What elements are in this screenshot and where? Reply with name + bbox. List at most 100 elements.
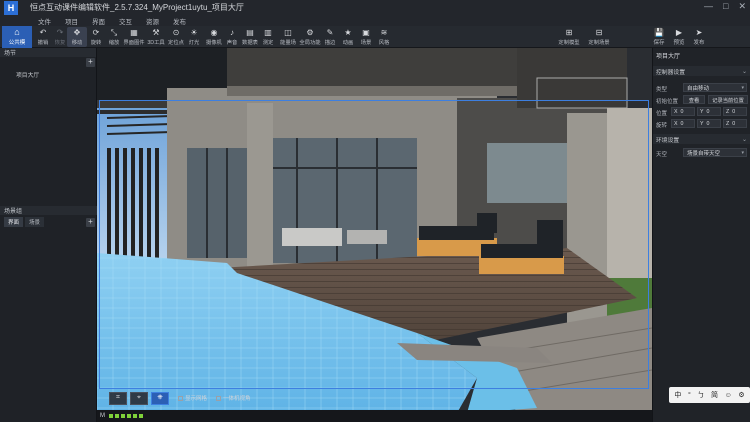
global-function-button[interactable]: ⚙ 全局功能: [299, 27, 320, 47]
menu-resources[interactable]: 资源: [146, 16, 159, 26]
sky-select[interactable]: 场景自带天空 ▾: [683, 148, 747, 157]
3d-viewport[interactable]: ⌗ ⌖ ⎈ 显示网格 一体机视角 M: [97, 48, 652, 422]
vr-view-checkbox-box[interactable]: [216, 395, 222, 401]
scene-render: [97, 48, 652, 413]
rotation-x-value: 0: [680, 120, 684, 127]
animation-button[interactable]: ★ 动画: [338, 27, 358, 47]
ui-widget-button[interactable]: ▦ 界面图件: [123, 27, 145, 47]
show-grid-checkbox-box[interactable]: [178, 395, 183, 401]
save-label: 保存: [653, 40, 665, 46]
close-icon[interactable]: ✕: [738, 1, 746, 12]
measure-icon: ▥: [264, 28, 272, 37]
redo-label: 恢复: [54, 40, 66, 46]
tab-interface[interactable]: 界面: [4, 217, 24, 227]
preview-button[interactable]: ▶ 预览: [669, 27, 689, 47]
status-bar: M: [97, 410, 652, 422]
save-icon: 💾: [654, 28, 664, 37]
view-button[interactable]: 查看: [683, 95, 705, 104]
undo-label: 撤销: [37, 40, 49, 46]
rotate-button[interactable]: ⟳ 旋转: [86, 27, 106, 47]
rotate-label: 旋转: [90, 40, 102, 46]
window-title: 恒点互动课件编辑软件_2.5.7.324_MyProject1uytu_项目大厅: [30, 3, 244, 12]
menu-publish[interactable]: 发布: [173, 16, 186, 26]
vr-view-checkbox[interactable]: 一体机视角: [216, 394, 251, 402]
rotation-z-value: 0: [732, 120, 736, 127]
camera-label: 摄像机: [206, 40, 222, 46]
gizmo-view-button[interactable]: ⎈: [151, 391, 169, 405]
measure-label: 测定: [262, 40, 274, 46]
show-grid-checkbox[interactable]: 显示网格: [178, 394, 207, 402]
preview-icon: ▶: [675, 28, 683, 37]
scale-button[interactable]: ⤡ 缩放: [104, 27, 124, 47]
custom-model-button[interactable]: ⊞ 定制模型: [556, 27, 582, 47]
style-button[interactable]: ≋ 风格: [374, 27, 394, 47]
ui-widget-label: 界面图件: [123, 40, 145, 46]
properties-title: 项目大厅: [656, 54, 681, 60]
axis-x-label: X: [674, 108, 678, 115]
position-y-field[interactable]: Y0: [697, 107, 721, 116]
maximize-icon[interactable]: □: [723, 1, 728, 12]
controller-settings-header[interactable]: 控制器设置 ⌄: [653, 66, 750, 76]
right-toolbar: 💾 保存 ▶ 预览 ➤ 发布: [652, 26, 750, 48]
position-z-value: 0: [732, 108, 736, 115]
energy-field-button[interactable]: ◫ 能量场: [278, 27, 298, 47]
record-position-button[interactable]: 记录当前位置: [708, 95, 748, 104]
menu-project[interactable]: 项目: [65, 16, 78, 26]
add-group-button[interactable]: +: [86, 218, 95, 227]
status-letter: M: [100, 413, 105, 419]
grid-view-button[interactable]: ⌗: [109, 391, 127, 405]
position-x-field[interactable]: X0: [671, 107, 695, 116]
public-mode-button[interactable]: ⌂ 公共模: [2, 26, 32, 48]
ime-emoji-icon[interactable]: ☺: [725, 392, 732, 399]
minimize-icon[interactable]: —: [704, 1, 713, 12]
move-button[interactable]: ✥ 移动: [67, 27, 87, 47]
ime-settings-icon[interactable]: ⚙: [738, 391, 744, 399]
animation-label: 动画: [342, 40, 354, 46]
publish-icon: ➤: [695, 28, 703, 37]
sound-button[interactable]: ♪ 声音: [222, 27, 242, 47]
environment-settings-label: 环境设置: [656, 137, 680, 144]
data-table-button[interactable]: ▤ 数据表: [240, 27, 260, 47]
ime-chinese-icon[interactable]: 中: [674, 390, 681, 400]
ime-voice-icon[interactable]: ㄅ: [697, 390, 704, 400]
focus-view-button[interactable]: ⌖: [130, 391, 148, 405]
3d-tool-button[interactable]: ⚒ 3D工具: [146, 27, 166, 47]
outline-button[interactable]: ✎ 描边: [320, 27, 340, 47]
rotation-z-field[interactable]: Z0: [723, 119, 747, 128]
publish-button[interactable]: ➤ 发布: [689, 27, 709, 47]
measure-button[interactable]: ▥ 测定: [258, 27, 278, 47]
custom-scene-label: 定制场景: [588, 40, 610, 46]
scene-icon: ▣: [362, 28, 370, 37]
position-label: 位置: [656, 111, 668, 117]
menu-interface[interactable]: 界面: [92, 16, 105, 26]
position-z-field[interactable]: Z0: [723, 107, 747, 116]
camera-button[interactable]: ◉ 摄像机: [204, 27, 224, 47]
home-icon: ⌂: [14, 27, 20, 37]
menu-file[interactable]: 文件: [38, 16, 51, 26]
anchor-button[interactable]: ⊙ 定位点: [166, 27, 186, 47]
chevron-down-icon: ⌄: [741, 68, 747, 75]
ime-toolbar[interactable]: 中 ° ㄅ 简 ☺ ⚙: [669, 387, 750, 403]
tab-scene[interactable]: 场景: [25, 217, 45, 227]
type-select[interactable]: 自由移动 ▾: [683, 83, 747, 92]
status-block: [109, 414, 113, 418]
rotation-label: 旋转: [656, 123, 668, 129]
save-button[interactable]: 💾 保存: [649, 27, 669, 47]
energy-field-icon: ◫: [284, 28, 292, 37]
camera-icon: ◉: [210, 28, 218, 37]
status-block: [121, 414, 125, 418]
environment-settings-header[interactable]: 环境设置 ⌄: [653, 134, 750, 144]
ime-simplified-icon[interactable]: 简: [711, 390, 718, 400]
tree-item-lobby[interactable]: 项目大厅: [16, 70, 39, 79]
light-label: 灯光: [188, 40, 200, 46]
light-button[interactable]: ☀ 灯光: [184, 27, 204, 47]
rotation-y-field[interactable]: Y0: [697, 119, 721, 128]
scene-button[interactable]: ▣ 场景: [356, 27, 376, 47]
rotation-x-field[interactable]: X0: [671, 119, 695, 128]
menu-interaction[interactable]: 交互: [119, 16, 132, 26]
custom-scene-button[interactable]: ⊟ 定制场景: [586, 27, 612, 47]
sound-icon: ♪: [230, 28, 234, 37]
add-node-button[interactable]: +: [86, 58, 95, 67]
title-bar: H 恒点互动课件编辑软件_2.5.7.324_MyProject1uytu_项目…: [0, 0, 750, 15]
ime-punct-icon[interactable]: °: [688, 392, 691, 399]
